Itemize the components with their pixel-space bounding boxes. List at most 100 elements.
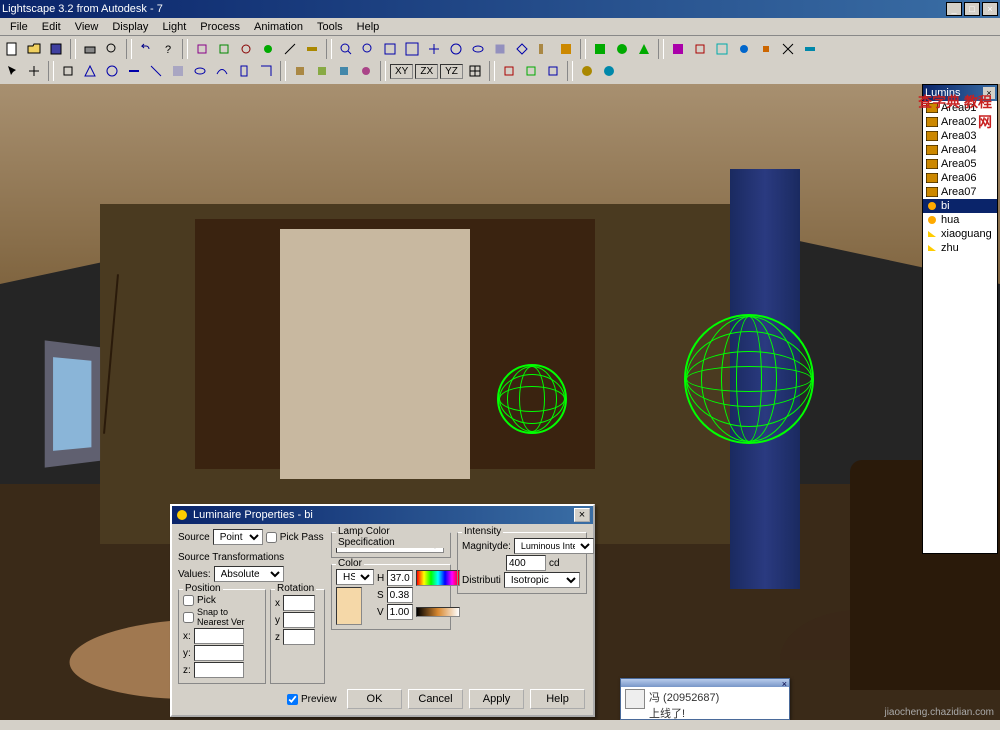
zoom-in-icon[interactable] [336, 39, 356, 59]
h-input[interactable] [387, 570, 413, 586]
shape-g-icon[interactable] [190, 61, 210, 81]
lumins-item-bi[interactable]: bi [923, 199, 997, 213]
preview-checkbox[interactable] [287, 694, 298, 705]
shape-b-icon[interactable] [80, 61, 100, 81]
menu-edit[interactable]: Edit [36, 20, 67, 34]
pos-z-input[interactable] [194, 662, 244, 678]
zoom-fit-icon[interactable] [380, 39, 400, 59]
menu-light[interactable]: Light [156, 20, 192, 34]
axis-zx-button[interactable]: ZX [415, 64, 438, 79]
pos-x-input[interactable] [194, 628, 244, 644]
luminaire-properties-dialog[interactable]: Luminaire Properties - bi × Source Point… [170, 504, 595, 717]
new-icon[interactable] [2, 39, 22, 59]
shape-h-icon[interactable] [212, 61, 232, 81]
magnitude-type-select[interactable]: Luminous Intensity [514, 538, 594, 554]
notification-popup[interactable]: × 冯 (20952687) 上线了! 关注 设置 [620, 678, 790, 720]
pick-pass-checkbox[interactable] [266, 532, 277, 543]
rot-x-input[interactable] [283, 595, 315, 611]
rot-y-input[interactable] [283, 612, 315, 628]
edit-b-icon[interactable] [312, 61, 332, 81]
misc-d-icon[interactable] [734, 39, 754, 59]
source-select[interactable]: Point [213, 529, 263, 545]
view-d-icon[interactable] [556, 39, 576, 59]
notif-title-bar[interactable]: × [621, 679, 789, 687]
notif-close-icon[interactable]: × [782, 679, 787, 687]
render-c-icon[interactable] [634, 39, 654, 59]
menu-tools[interactable]: Tools [311, 20, 349, 34]
lumins-item-area05[interactable]: Area05 [923, 157, 997, 171]
help-button[interactable]: Help [530, 689, 585, 709]
misc-b-icon[interactable] [690, 39, 710, 59]
shape-f-icon[interactable] [168, 61, 188, 81]
color-swatch[interactable] [336, 587, 362, 625]
lumins-item-zhu[interactable]: zhu [923, 241, 997, 255]
lumins-item-hua[interactable]: hua [923, 213, 997, 227]
v-input[interactable] [387, 604, 413, 620]
maximize-button[interactable]: □ [964, 2, 980, 16]
undo-icon[interactable] [136, 39, 156, 59]
shape-a-icon[interactable] [58, 61, 78, 81]
lumins-panel[interactable]: Lumins × Area01 Area02 Area03 Area04 Are… [922, 84, 998, 554]
view-c-icon[interactable] [534, 39, 554, 59]
tool-b-icon[interactable] [214, 39, 234, 59]
ext-c-icon[interactable] [543, 61, 563, 81]
lumins-item-xiaoguang[interactable]: xiaoguang [923, 227, 997, 241]
print-icon[interactable] [80, 39, 100, 59]
orbit-icon[interactable] [468, 39, 488, 59]
shape-e-icon[interactable] [146, 61, 166, 81]
misc-c-icon[interactable] [712, 39, 732, 59]
ext-e-icon[interactable] [599, 61, 619, 81]
minimize-button[interactable]: _ [946, 2, 962, 16]
render-a-icon[interactable] [590, 39, 610, 59]
view-a-icon[interactable] [490, 39, 510, 59]
edit-c-icon[interactable] [334, 61, 354, 81]
zoom-all-icon[interactable] [402, 39, 422, 59]
viewport-3d[interactable]: Lumins × Area01 Area02 Area03 Area04 Are… [0, 84, 1000, 720]
rot-z-input[interactable] [283, 629, 315, 645]
shape-c-icon[interactable] [102, 61, 122, 81]
menu-file[interactable]: File [4, 20, 34, 34]
axis-yz-button[interactable]: YZ [440, 64, 463, 79]
shape-j-icon[interactable] [256, 61, 276, 81]
misc-f-icon[interactable] [778, 39, 798, 59]
ok-button[interactable]: OK [347, 689, 402, 709]
cancel-button[interactable]: Cancel [408, 689, 463, 709]
ext-a-icon[interactable] [499, 61, 519, 81]
tool-d-icon[interactable] [258, 39, 278, 59]
menu-display[interactable]: Display [106, 20, 154, 34]
misc-g-icon[interactable] [800, 39, 820, 59]
shape-i-icon[interactable] [234, 61, 254, 81]
s-input[interactable] [387, 587, 413, 603]
tool-f-icon[interactable] [302, 39, 322, 59]
dialog-close-icon[interactable]: × [574, 508, 590, 522]
help-icon[interactable]: ? [158, 39, 178, 59]
tool-e-icon[interactable] [280, 39, 300, 59]
menu-process[interactable]: Process [194, 20, 246, 34]
rotate-icon[interactable] [446, 39, 466, 59]
move-icon[interactable] [24, 61, 44, 81]
lumins-item-area04[interactable]: Area04 [923, 143, 997, 157]
menu-help[interactable]: Help [351, 20, 386, 34]
view-b-icon[interactable] [512, 39, 532, 59]
edit-d-icon[interactable] [356, 61, 376, 81]
edit-a-icon[interactable] [290, 61, 310, 81]
menu-animation[interactable]: Animation [248, 20, 309, 34]
open-icon[interactable] [24, 39, 44, 59]
misc-a-icon[interactable] [668, 39, 688, 59]
close-button[interactable]: × [982, 2, 998, 16]
ext-b-icon[interactable] [521, 61, 541, 81]
zoom-out-icon[interactable] [358, 39, 378, 59]
values-select[interactable]: Absolute [214, 566, 284, 582]
snap-checkbox[interactable] [183, 612, 194, 623]
render-b-icon[interactable] [612, 39, 632, 59]
value-gradient[interactable] [416, 607, 460, 617]
hue-spectrum[interactable] [416, 570, 460, 586]
magnitude-input[interactable] [506, 555, 546, 571]
preview-icon[interactable] [102, 39, 122, 59]
luminaire-wireframe-1[interactable] [497, 364, 567, 434]
menu-view[interactable]: View [69, 20, 105, 34]
color-mode-select[interactable]: HSV [336, 569, 374, 585]
select-icon[interactable] [2, 61, 22, 81]
misc-e-icon[interactable] [756, 39, 776, 59]
tool-c-icon[interactable] [236, 39, 256, 59]
